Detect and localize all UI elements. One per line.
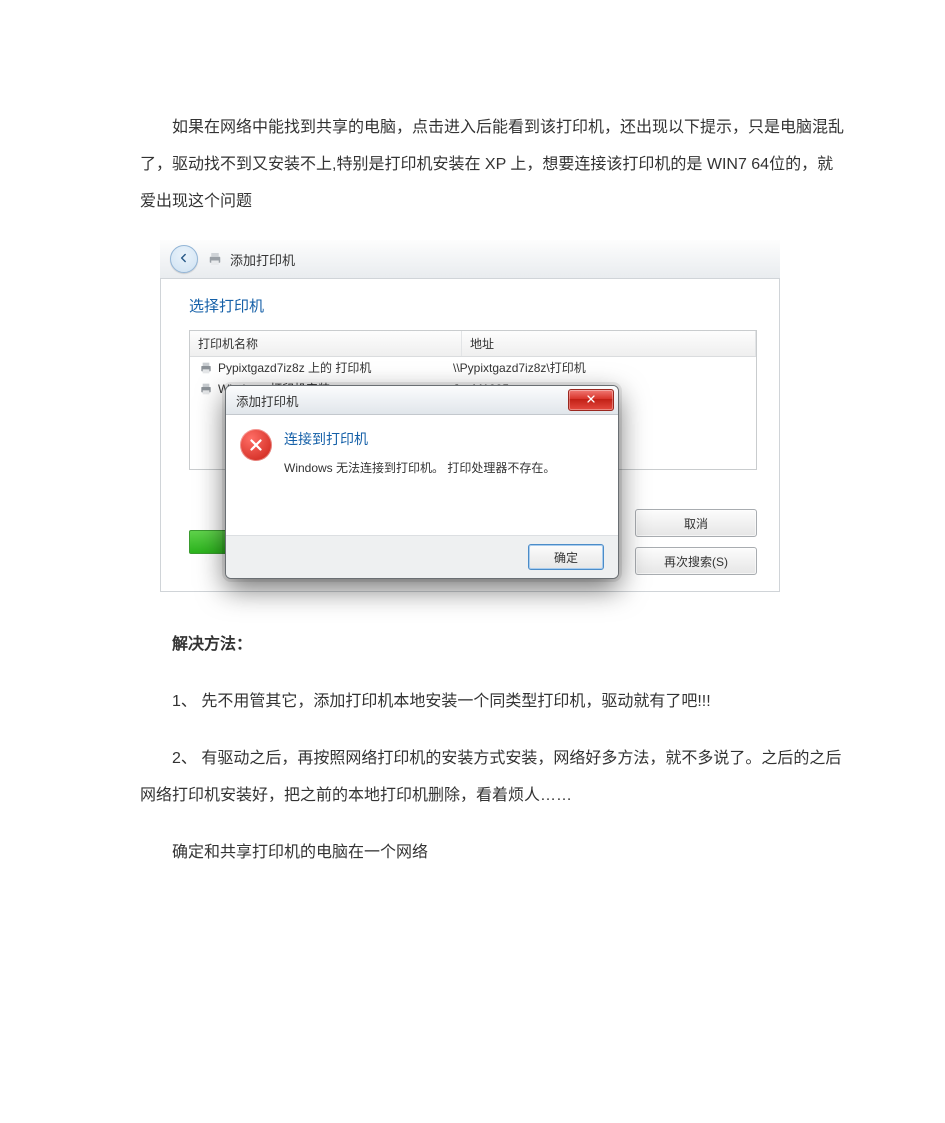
printer-icon xyxy=(206,250,224,268)
wizard-header: 添加打印机 xyxy=(160,240,780,279)
solution-step-3: 确定和共享打印机的电脑在一个网络 xyxy=(140,835,845,872)
list-item[interactable]: Pypixtgazd7iz8z 上的 打印机 \\Pypixtgazd7iz8z… xyxy=(190,357,756,378)
printer-row-name: Pypixtgazd7iz8z 上的 打印机 xyxy=(218,359,371,376)
wizard-title: 添加打印机 xyxy=(230,250,295,269)
printer-list-header: 打印机名称 地址 xyxy=(190,331,756,357)
error-dialog-footer: 确定 xyxy=(226,535,618,578)
ok-button[interactable]: 确定 xyxy=(528,544,604,570)
cancel-button[interactable]: 取消 xyxy=(635,509,757,537)
add-printer-wizard-screenshot: 添加打印机 选择打印机 打印机名称 地址 Pypixtgazd7iz8z 上的 … xyxy=(160,240,780,592)
column-header-address[interactable]: 地址 xyxy=(462,331,756,356)
error-icon xyxy=(240,429,272,461)
error-text: 连接到打印机 Windows 无法连接到打印机。 打印处理器不存在。 xyxy=(284,429,602,521)
wizard-side-buttons: 取消 再次搜索(S) xyxy=(635,509,757,575)
error-dialog-title: 添加打印机 xyxy=(236,391,299,410)
solution-step-1: 1、 先不用管其它，添加打印机本地安装一个同类型打印机，驱动就有了吧!!! xyxy=(140,684,845,721)
back-button[interactable] xyxy=(170,245,198,273)
error-message: Windows 无法连接到打印机。 打印处理器不存在。 xyxy=(284,459,602,476)
error-heading: 连接到打印机 xyxy=(284,429,602,449)
search-again-button[interactable]: 再次搜索(S) xyxy=(635,547,757,575)
printer-row-address: \\Pypixtgazd7iz8z\打印机 xyxy=(453,359,748,376)
solution-heading: 解决方法： xyxy=(140,627,845,664)
close-icon xyxy=(585,393,597,408)
printer-icon xyxy=(198,360,214,376)
solution-step-2: 2、 有驱动之后，再按照网络打印机的安装方式安装，网络好多方法，就不多说了。之后… xyxy=(140,741,845,815)
error-dialog-titlebar: 添加打印机 xyxy=(226,386,618,415)
printer-icon xyxy=(198,381,214,397)
arrow-left-icon xyxy=(177,251,191,268)
wizard-section-title: 选择打印机 xyxy=(189,295,757,316)
close-button[interactable] xyxy=(568,389,614,411)
error-dialog: 添加打印机 连接到打印机 Windows 无法连接到打印机。 打印处理器不存在。 xyxy=(225,385,619,579)
intro-paragraph: 如果在网络中能找到共享的电脑，点击进入后能看到该打印机，还出现以下提示，只是电脑… xyxy=(140,110,845,220)
document-page: 如果在网络中能找到共享的电脑，点击进入后能看到该打印机，还出现以下提示，只是电脑… xyxy=(0,0,945,951)
error-dialog-body: 连接到打印机 Windows 无法连接到打印机。 打印处理器不存在。 xyxy=(226,415,618,535)
column-header-name[interactable]: 打印机名称 xyxy=(190,331,462,356)
wizard-body: 选择打印机 打印机名称 地址 Pypixtgazd7iz8z 上的 打印机 xyxy=(160,279,780,592)
